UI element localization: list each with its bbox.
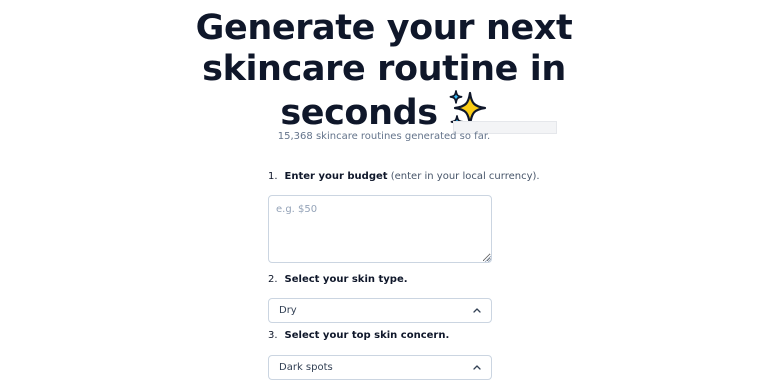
step-3-label: 3. Select your top skin concern. [268, 330, 449, 341]
page: Generate your next skincare routine in s… [0, 0, 768, 385]
chevron-up-icon [473, 308, 481, 313]
step-1-number: 1. [268, 171, 278, 182]
step-1-label-strong: Enter your budget [284, 171, 388, 182]
step-1-label-muted: (enter in your local currency). [387, 171, 540, 182]
step-3-label-strong: Select your top skin concern. [284, 330, 450, 341]
chevron-up-icon [473, 365, 481, 370]
hero-title-line-3-text: seconds [280, 93, 438, 133]
budget-input[interactable] [268, 195, 492, 263]
skin-type-selected-value: Dry [279, 305, 297, 316]
step-2-label-strong: Select your skin type. [284, 274, 408, 285]
step-2-number: 2. [268, 274, 278, 285]
skin-type-select[interactable]: Dry [268, 298, 492, 323]
step-1-label: 1. Enter your budget (enter in your local… [268, 171, 540, 182]
hero-title-line-1: Generate your next [195, 8, 573, 48]
resize-grip-icon[interactable] [484, 255, 491, 262]
hero-title-line-2: skincare routine in [202, 49, 566, 89]
hero-title: Generate your next skincare routine in s… [0, 8, 768, 134]
step-2-label: 2. Select your skin type. [268, 274, 408, 285]
routines-count-subtitle: 15,368 skincare routines generated so fa… [277, 131, 491, 142]
skin-concern-selected-value: Dark spots [279, 362, 333, 373]
skin-concern-select[interactable]: Dark spots [268, 355, 492, 380]
step-3-number: 3. [268, 330, 278, 341]
hero-title-line-3: seconds [0, 90, 768, 134]
